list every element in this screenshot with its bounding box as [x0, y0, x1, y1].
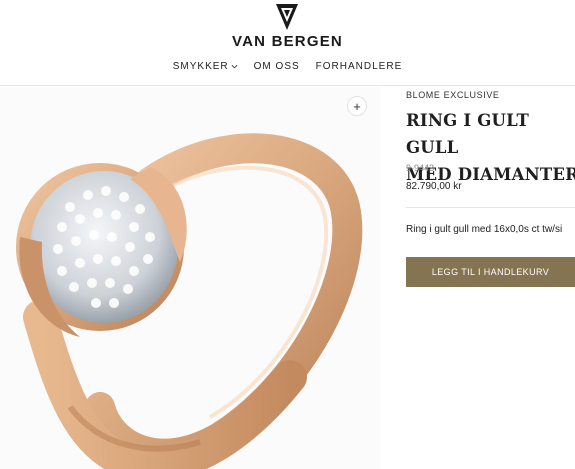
title-line-1: RING I GULT GULL — [406, 111, 530, 157]
nav-item-smykker[interactable]: SMYKKER — [173, 61, 238, 72]
logo-mark-icon[interactable] — [276, 4, 298, 30]
site-header: VAN BERGEN SMYKKER OM OSS FORHANDLERE — [0, 0, 575, 86]
ring-illustration — [16, 133, 363, 469]
zoom-plus-icon[interactable]: + — [347, 96, 367, 116]
product-brand: BLOME EXCLUSIVE — [406, 90, 500, 100]
divider — [406, 207, 575, 208]
product-description: Ring i gult gull med 16x0,0s ct tw/si — [406, 224, 563, 235]
page-title: RING I GULT GULL MED DIAMANTER — [406, 107, 575, 188]
product-image[interactable] — [0, 87, 380, 469]
nav-item-om-oss[interactable]: OM OSS — [254, 61, 300, 72]
nav-item-forhandlere[interactable]: FORHANDLERE — [316, 61, 403, 72]
chevron-down-icon — [231, 64, 238, 69]
nav-item-label: SMYKKER — [172, 61, 229, 72]
logo-text[interactable]: VAN BERGEN — [0, 33, 575, 50]
product-price: 82.790,00 kr — [406, 181, 462, 192]
nav-item-label: FORHANDLERE — [315, 61, 403, 72]
product-sku: 9-9443 — [406, 163, 435, 173]
add-to-cart-button[interactable]: LEGG TIL I HANDLEKURV — [406, 257, 575, 287]
main-nav: SMYKKER OM OSS FORHANDLERE — [0, 61, 575, 72]
nav-item-label: OM OSS — [253, 61, 300, 72]
